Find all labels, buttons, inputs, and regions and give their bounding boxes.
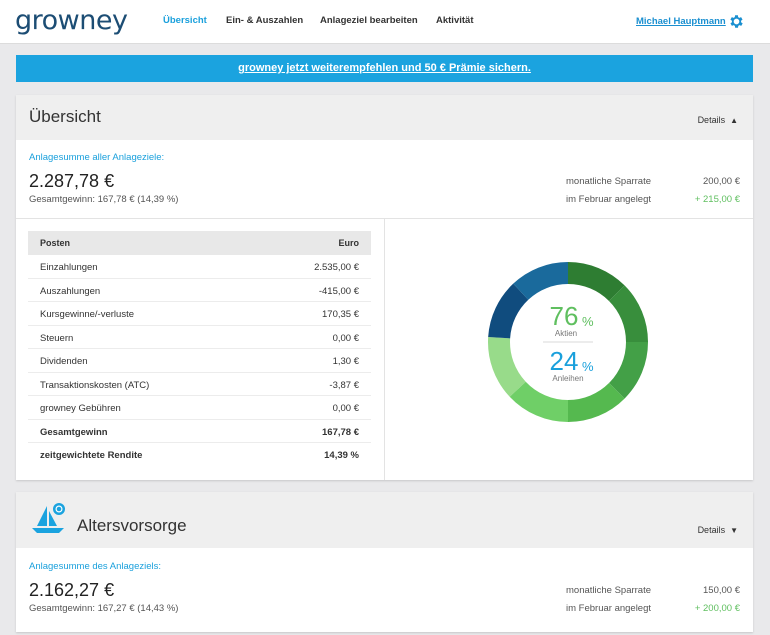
- goal-details-toggle[interactable]: Details ▼: [698, 525, 738, 535]
- table-row: Auszahlungen -415,00 €: [28, 279, 371, 302]
- row-value: 0,00 €: [332, 332, 359, 344]
- month-invested-value: + 215,00 €: [694, 194, 740, 205]
- goal-month-invested-value: + 200,00 €: [694, 603, 740, 614]
- overview-title: Übersicht: [29, 107, 101, 126]
- row-value: -3,87 €: [329, 379, 359, 391]
- stocks-percent-sign: %: [582, 314, 594, 329]
- monthly-rate-value: 200,00 €: [703, 176, 740, 187]
- monthly-rate-label: monatliche Sparrate: [566, 176, 652, 187]
- table-row: Transaktionskosten (ATC) -3,87 €: [28, 373, 371, 396]
- total-sum-value: 2.287,78 €: [29, 171, 115, 191]
- nav-item-ein-auszahlen[interactable]: Ein- & Auszahlen: [226, 15, 303, 26]
- details-label: Details: [697, 115, 726, 125]
- row-label: Dividenden: [40, 356, 88, 367]
- table-row: Gesamtgewinn 167,78 €: [28, 420, 371, 443]
- row-label: zeitgewichtete Rendite: [40, 450, 143, 461]
- column-header-euro: Euro: [338, 238, 359, 248]
- row-label: Gesamtgewinn: [40, 426, 108, 438]
- table-row: Kursgewinne/-verluste 170,35 €: [28, 302, 371, 326]
- row-label: Auszahlungen: [40, 285, 101, 297]
- goal-monthly-rate-value: 150,00 €: [703, 585, 740, 596]
- table-row: zeitgewichtete Rendite 14,39 %: [28, 443, 371, 467]
- goal-total-gain: Gesamtgewinn: 167,27 € (14,43 %): [29, 603, 179, 614]
- row-value: 14,39 %: [324, 450, 359, 461]
- gear-icon[interactable]: [728, 13, 745, 30]
- row-value: 2.535,00 €: [314, 262, 359, 273]
- month-invested-label: im Februar angelegt: [566, 194, 652, 205]
- row-label: Steuern: [40, 332, 74, 344]
- column-header-posten: Posten: [40, 238, 71, 248]
- overview-card-header: Übersicht Details ▲: [16, 95, 753, 140]
- chevron-down-icon: ▼: [730, 526, 738, 535]
- user-name-link[interactable]: Michael Hauptmann: [636, 16, 726, 27]
- allocation-donut-chart: 76 % Aktien 24 % Anleihen: [488, 262, 648, 422]
- goal-monthly-rate-label: monatliche Sparrate: [566, 585, 652, 596]
- table-row: Steuern 0,00 €: [28, 326, 371, 349]
- top-navigation: growney Übersicht Ein- & Auszahlen Anlag…: [0, 0, 770, 44]
- row-value: -415,00 €: [318, 285, 359, 297]
- logo-text: growney: [15, 5, 128, 36]
- nav-item-anlageziel-bearbeiten[interactable]: Anlageziel bearbeiten: [320, 15, 418, 26]
- referral-link[interactable]: growney jetzt weiterempfehlen und 50 € P…: [238, 62, 531, 74]
- row-value: 167,78 €: [322, 426, 359, 438]
- row-value: 1,30 €: [332, 356, 359, 367]
- row-value: 170,35 €: [322, 309, 359, 320]
- row-label: Transaktionskosten (ATC): [40, 379, 150, 391]
- nav-item-aktivitaet[interactable]: Aktivität: [436, 15, 473, 26]
- chevron-up-icon: ▲: [730, 116, 738, 125]
- row-label: Kursgewinne/-verluste: [40, 309, 134, 320]
- overview-table: Posten Euro Einzahlungen 2.535,00 € Auszah…: [28, 231, 371, 467]
- table-row: Dividenden 1,30 €: [28, 349, 371, 373]
- bonds-percent-sign: %: [582, 359, 594, 374]
- nav-item-uebersicht[interactable]: Übersicht: [163, 15, 207, 26]
- row-label: growney Gebühren: [40, 403, 121, 414]
- divider: [384, 219, 385, 480]
- goal-month-invested-label: im Februar angelegt: [566, 603, 652, 614]
- details-label: Details: [697, 525, 726, 535]
- bonds-label: Anleihen: [552, 374, 583, 383]
- table-row: growney Gebühren 0,00 €: [28, 396, 371, 420]
- goal-sum-label: Anlagesumme des Anlageziels:: [29, 561, 162, 572]
- referral-banner: growney jetzt weiterempfehlen und 50 € P…: [16, 55, 753, 82]
- bonds-percent: 24: [550, 346, 579, 376]
- table-header: Posten Euro: [28, 231, 371, 255]
- goal-card: Altersvorsorge Details ▼ Anlagesumme des …: [16, 492, 753, 632]
- total-sum-label: Anlagesumme aller Anlageziele:: [29, 152, 165, 163]
- table-row: Einzahlungen 2.535,00 €: [28, 255, 371, 279]
- sailboat-icon: [32, 503, 65, 533]
- goal-title: Altersvorsorge: [77, 516, 187, 535]
- total-gain: Gesamtgewinn: 167,78 € (14,39 %): [29, 194, 179, 205]
- stocks-label: Aktien: [555, 329, 577, 338]
- row-label: Einzahlungen: [40, 262, 98, 273]
- overview-card: Übersicht Details ▲ Anlagesumme aller Anl…: [16, 95, 753, 480]
- goal-sum-value: 2.162,27 €: [29, 580, 115, 600]
- stocks-percent: 76: [550, 301, 579, 331]
- row-value: 0,00 €: [332, 403, 359, 414]
- goal-card-header: Altersvorsorge Details ▼: [16, 492, 753, 548]
- overview-details-toggle[interactable]: Details ▲: [698, 115, 738, 125]
